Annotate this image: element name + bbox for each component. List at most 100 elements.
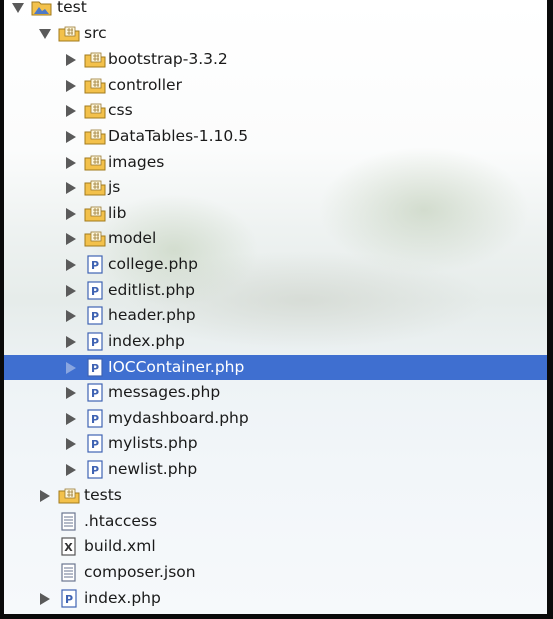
disclosure-collapsed-icon[interactable] (66, 105, 76, 118)
disclosure-collapsed-icon[interactable] (66, 207, 76, 220)
disclosure-collapsed-icon[interactable] (40, 490, 50, 502)
tree-item-label: IOCContainer.php (108, 357, 245, 376)
tree-item-label: composer.json (84, 562, 196, 581)
tree-item-bootstrap-3-3-2[interactable]: bootstrap-3.3.2 (4, 47, 547, 72)
php-file-icon: P (84, 460, 106, 479)
tree-item-label: .htaccess (84, 511, 158, 530)
svg-text:P: P (65, 593, 73, 606)
php-file-icon: P (84, 409, 106, 428)
php-file-icon: P (84, 434, 106, 454)
package-folder-icon (84, 178, 106, 197)
php-file-icon: P (58, 588, 80, 608)
tree-item-label: images (108, 152, 165, 171)
svg-text:P: P (91, 362, 99, 375)
disclosure-collapsed-icon[interactable] (66, 259, 76, 272)
tree-item-label: tests (84, 486, 122, 504)
disclosure-collapsed-icon[interactable] (66, 335, 76, 348)
tree-item-newlist-php[interactable]: Pnewlist.php (4, 457, 547, 482)
tree-item-label: lib (108, 203, 127, 222)
tree-item-label: src (84, 24, 107, 42)
php-file-icon: P (84, 383, 106, 402)
svg-text:P: P (91, 310, 99, 323)
tree-item-ioccontainer-php[interactable]: P IOCContainer.php (4, 354, 547, 380)
svg-text:X: X (64, 541, 73, 554)
tree-item-tests[interactable]: tests (4, 483, 547, 508)
package-folder-icon (58, 24, 80, 43)
tree-item-college-php[interactable]: Pcollege.php (4, 252, 547, 277)
tree-item-mylists-php[interactable]: Pmylists.php (4, 431, 547, 456)
disclosure-collapsed-icon[interactable] (66, 54, 76, 66)
tree-item-datatables-1-10-5[interactable]: DataTables-1.10.5 (4, 124, 547, 149)
tree-item-editlist-php[interactable]: Peditlist.php (4, 278, 547, 303)
php-file-icon: P (84, 357, 106, 377)
disclosure-collapsed-icon[interactable] (66, 387, 76, 400)
svg-text:P: P (91, 285, 99, 298)
tree-item-controller[interactable]: controller (4, 73, 547, 98)
tree-item-lib[interactable]: lib (4, 201, 547, 226)
package-folder-icon (84, 50, 106, 69)
disclosure-collapsed-icon[interactable] (66, 438, 76, 451)
tree-item-images[interactable]: images (4, 150, 547, 175)
project-explorer-tree: test src bootstrap-3.3.2 controller css Dat… (4, 0, 547, 614)
tree-item-label: header.php (108, 306, 196, 325)
tree-item-label: mylists.php (108, 434, 198, 453)
disclosure-collapsed-icon[interactable] (66, 156, 76, 169)
tree-item-label: css (108, 101, 133, 120)
tree-item-build-xml[interactable]: Xbuild.xml (4, 534, 547, 559)
disclosure-collapsed-icon[interactable] (40, 592, 50, 605)
disclosure-collapsed-icon[interactable] (66, 284, 76, 297)
tree-item-src[interactable]: src (4, 21, 547, 46)
tree-item-label: college.php (108, 255, 198, 274)
php-file-icon: P (84, 306, 106, 325)
tree-item-header-php[interactable]: Pheader.php (4, 303, 547, 328)
tree-item-messages-php[interactable]: Pmessages.php (4, 380, 547, 405)
text-file-icon (58, 512, 80, 531)
svg-text:P: P (91, 464, 99, 477)
tree-item-label: DataTables-1.10.5 (108, 126, 249, 145)
tree-item-js[interactable]: js (4, 175, 547, 200)
tree-item-css[interactable]: css (4, 98, 547, 123)
tree-item-model[interactable]: model (4, 226, 547, 251)
disclosure-collapsed-icon[interactable] (66, 130, 76, 143)
tree-item-label: mydashboard.php (108, 408, 249, 427)
package-folder-icon (84, 153, 106, 172)
tree-item-label: messages.php (108, 383, 221, 402)
disclosure-expanded-icon[interactable] (12, 3, 24, 13)
tree-item-index-php[interactable]: Pindex.php (4, 329, 547, 354)
text-file-icon (58, 563, 80, 582)
php-file-icon: P (84, 281, 106, 300)
package-folder-icon (84, 101, 106, 120)
package-folder-icon (84, 204, 106, 223)
tree-item-htaccess[interactable]: .htaccess (4, 509, 547, 534)
disclosure-collapsed-icon[interactable] (66, 361, 76, 374)
package-folder-icon (58, 486, 80, 505)
disclosure-expanded-icon[interactable] (39, 29, 51, 39)
disclosure-collapsed-icon[interactable] (66, 310, 76, 323)
project-folder-icon (31, 0, 53, 17)
php-file-icon: P (84, 332, 106, 351)
disclosure-collapsed-icon[interactable] (66, 182, 76, 195)
svg-text:P: P (91, 387, 99, 400)
disclosure-collapsed-icon[interactable] (66, 412, 76, 425)
tree-item-mydashboard-php[interactable]: Pmydashboard.php (4, 406, 547, 431)
tree-item-label: build.xml (84, 537, 156, 556)
tree-item-label: index.php (108, 331, 185, 350)
tree-item-test[interactable]: test (4, 0, 547, 20)
svg-text:P: P (91, 259, 99, 272)
tree-item-label: index.php (84, 588, 161, 607)
disclosure-collapsed-icon[interactable] (66, 233, 76, 246)
tree-item-index-php[interactable]: Pindex.php (4, 586, 547, 611)
tree-item-label: bootstrap-3.3.2 (108, 50, 228, 68)
disclosure-collapsed-icon[interactable] (66, 79, 76, 92)
tree-item-label: js (108, 178, 121, 197)
svg-text:P: P (91, 336, 99, 349)
tree-item-composer-json[interactable]: composer.json (4, 560, 547, 585)
disclosure-collapsed-icon[interactable] (66, 464, 76, 477)
tree-item-label: editlist.php (108, 280, 195, 299)
package-folder-icon (84, 127, 106, 146)
svg-text:P: P (91, 413, 99, 426)
tree-item-label: newlist.php (108, 460, 198, 479)
svg-text:P: P (91, 438, 99, 451)
tree-item-label: controller (108, 75, 182, 94)
tree-item-label: model (108, 229, 157, 248)
